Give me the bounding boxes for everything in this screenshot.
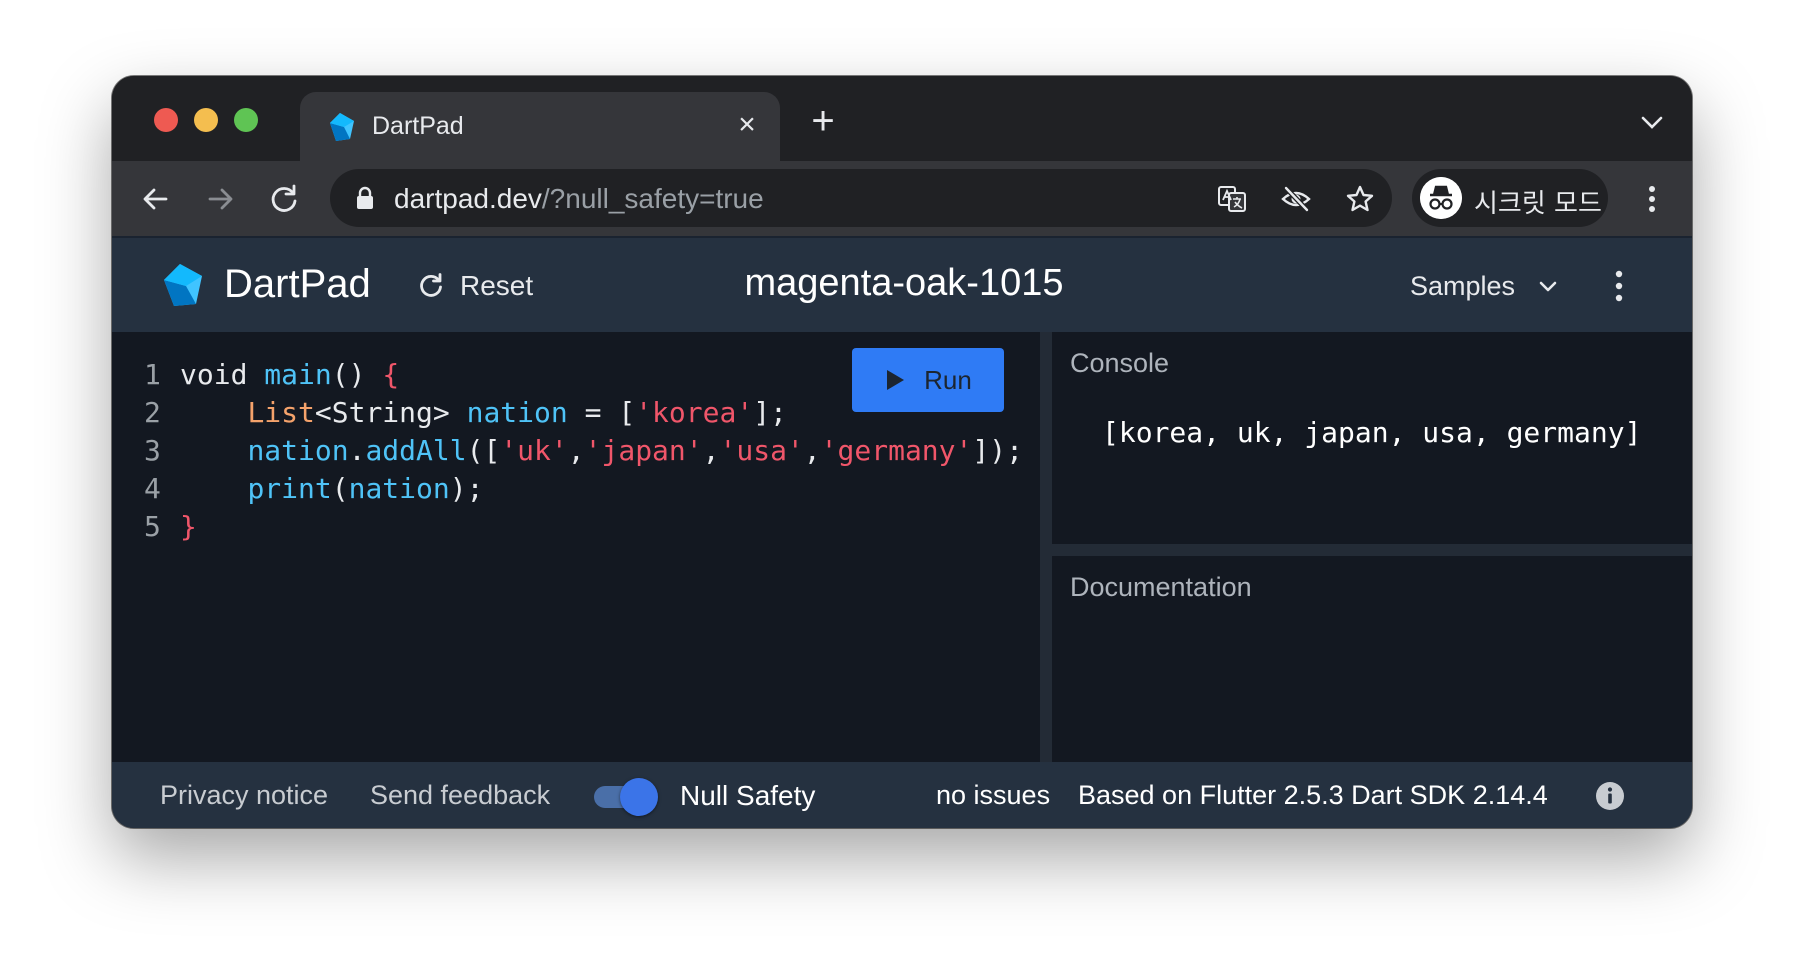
punctuation-token: ); — [449, 472, 484, 505]
line-number: 4 — [144, 472, 161, 505]
browser-window: DartPad × + dartpad.dev/?null_safety=tru… — [112, 76, 1692, 828]
close-icon[interactable]: × — [732, 110, 762, 140]
function-token: print — [247, 472, 332, 505]
function-token: main — [264, 358, 332, 391]
browser-toolbar: dartpad.dev/?null_safety=true 시크릿 모드 — [112, 161, 1692, 236]
address-bar[interactable]: dartpad.dev/?null_safety=true — [330, 169, 1392, 227]
punctuation-token: = [ — [567, 396, 636, 429]
kebab-menu-icon[interactable] — [1644, 181, 1660, 217]
back-arrow-icon[interactable] — [136, 179, 176, 219]
punctuation-token: ([ — [466, 434, 501, 467]
run-label: Run — [924, 364, 972, 395]
type-token: List — [247, 396, 315, 429]
variable-token: nation — [466, 396, 568, 429]
run-button[interactable]: Run — [852, 348, 1004, 412]
plus-icon[interactable]: + — [806, 101, 840, 141]
line-number: 2 — [144, 396, 161, 429]
brace-token: { — [382, 358, 400, 391]
url-text[interactable]: dartpad.dev/?null_safety=true — [394, 183, 764, 215]
null-safety-label: Null Safety — [680, 780, 816, 811]
documentation-title: Documentation — [1070, 572, 1252, 602]
incognito-profile-button[interactable]: 시크릿 모드 — [1412, 169, 1608, 227]
translate-icon[interactable] — [1216, 183, 1248, 215]
generic-token: <String> — [314, 396, 450, 429]
toggle-thumb — [620, 778, 658, 816]
dartpad-logo-icon — [330, 113, 354, 141]
line-number: 5 — [144, 510, 161, 543]
send-feedback-link[interactable]: Send feedback — [370, 780, 550, 811]
variable-token: nation — [348, 472, 450, 505]
punctuation-token: , — [567, 434, 585, 467]
string-token: 'uk' — [500, 434, 568, 467]
samples-dropdown[interactable]: Samples — [1410, 268, 1559, 304]
tab-strip: DartPad × + — [112, 76, 1692, 161]
string-token: 'germany' — [820, 434, 973, 467]
main-area: 1 void main() { 2 List<String> nation = [… — [112, 332, 1692, 762]
dartpad-footer: Privacy notice Send feedback Null Safety… — [112, 762, 1692, 828]
lock-icon[interactable] — [354, 186, 376, 210]
punctuation-token: . — [348, 434, 366, 467]
function-token: addAll — [365, 434, 467, 467]
split-handle[interactable] — [1040, 332, 1052, 762]
tab-title: DartPad — [372, 112, 464, 140]
code-line: 5} — [144, 508, 1023, 546]
panel-split-handle[interactable] — [1052, 544, 1692, 556]
null-safety-toggle[interactable] — [590, 778, 660, 816]
punctuation-token: ( — [331, 472, 349, 505]
tab-dartpad[interactable]: DartPad × — [300, 92, 780, 161]
play-icon — [887, 370, 905, 390]
variable-token: nation — [247, 434, 349, 467]
zoom-window-button[interactable] — [234, 108, 258, 132]
chevron-down-icon[interactable] — [1638, 110, 1666, 134]
issues-status: no issues — [936, 780, 1051, 810]
line-number: 3 — [144, 434, 161, 467]
keyword-token: void — [180, 358, 248, 391]
punctuation-token: , — [702, 434, 720, 467]
version-info: Based on Flutter 2.5.3 Dart SDK 2.14.4 — [1078, 780, 1548, 810]
forward-arrow-icon[interactable] — [200, 179, 240, 219]
url-path: /?null_safety=true — [541, 183, 764, 214]
code-line: 4 print(nation); — [144, 470, 1023, 508]
privacy-notice-link[interactable]: Privacy notice — [160, 780, 328, 811]
string-token: 'usa' — [719, 434, 804, 467]
console-title: Console — [1070, 348, 1170, 378]
star-icon[interactable] — [1344, 183, 1376, 215]
punctuation-token: ]; — [753, 396, 787, 429]
code-editor[interactable]: 1 void main() { 2 List<String> nation = [… — [112, 332, 1040, 762]
kebab-menu-icon[interactable] — [1612, 266, 1626, 306]
documentation-panel: Documentation — [1052, 556, 1692, 762]
code-line: 3 nation.addAll(['uk','japan','usa','ger… — [144, 432, 1023, 470]
info-icon[interactable] — [1594, 780, 1626, 812]
close-window-button[interactable] — [154, 108, 178, 132]
string-token: 'korea' — [635, 396, 754, 429]
line-number: 1 — [144, 358, 161, 391]
punctuation-token: () — [331, 358, 366, 391]
punctuation-token: ]); — [972, 434, 1023, 467]
url-host: dartpad.dev — [394, 183, 542, 214]
eye-off-icon[interactable] — [1280, 183, 1312, 215]
dartpad-header: DartPad Reset magenta-oak-1015 Samples — [112, 236, 1692, 332]
incognito-icon — [1420, 177, 1462, 219]
brace-token: } — [180, 510, 197, 543]
console-panel: Console [korea, uk, japan, usa, germany] — [1052, 332, 1692, 544]
minimize-window-button[interactable] — [194, 108, 218, 132]
console-output: [korea, uk, japan, usa, germany] — [1102, 416, 1642, 449]
string-token: 'japan' — [584, 434, 703, 467]
chevron-down-icon — [1539, 281, 1557, 292]
reload-icon[interactable] — [264, 179, 304, 219]
incognito-label: 시크릿 모드 — [1474, 189, 1602, 219]
samples-label: Samples — [1410, 270, 1516, 301]
punctuation-token: , — [803, 434, 821, 467]
